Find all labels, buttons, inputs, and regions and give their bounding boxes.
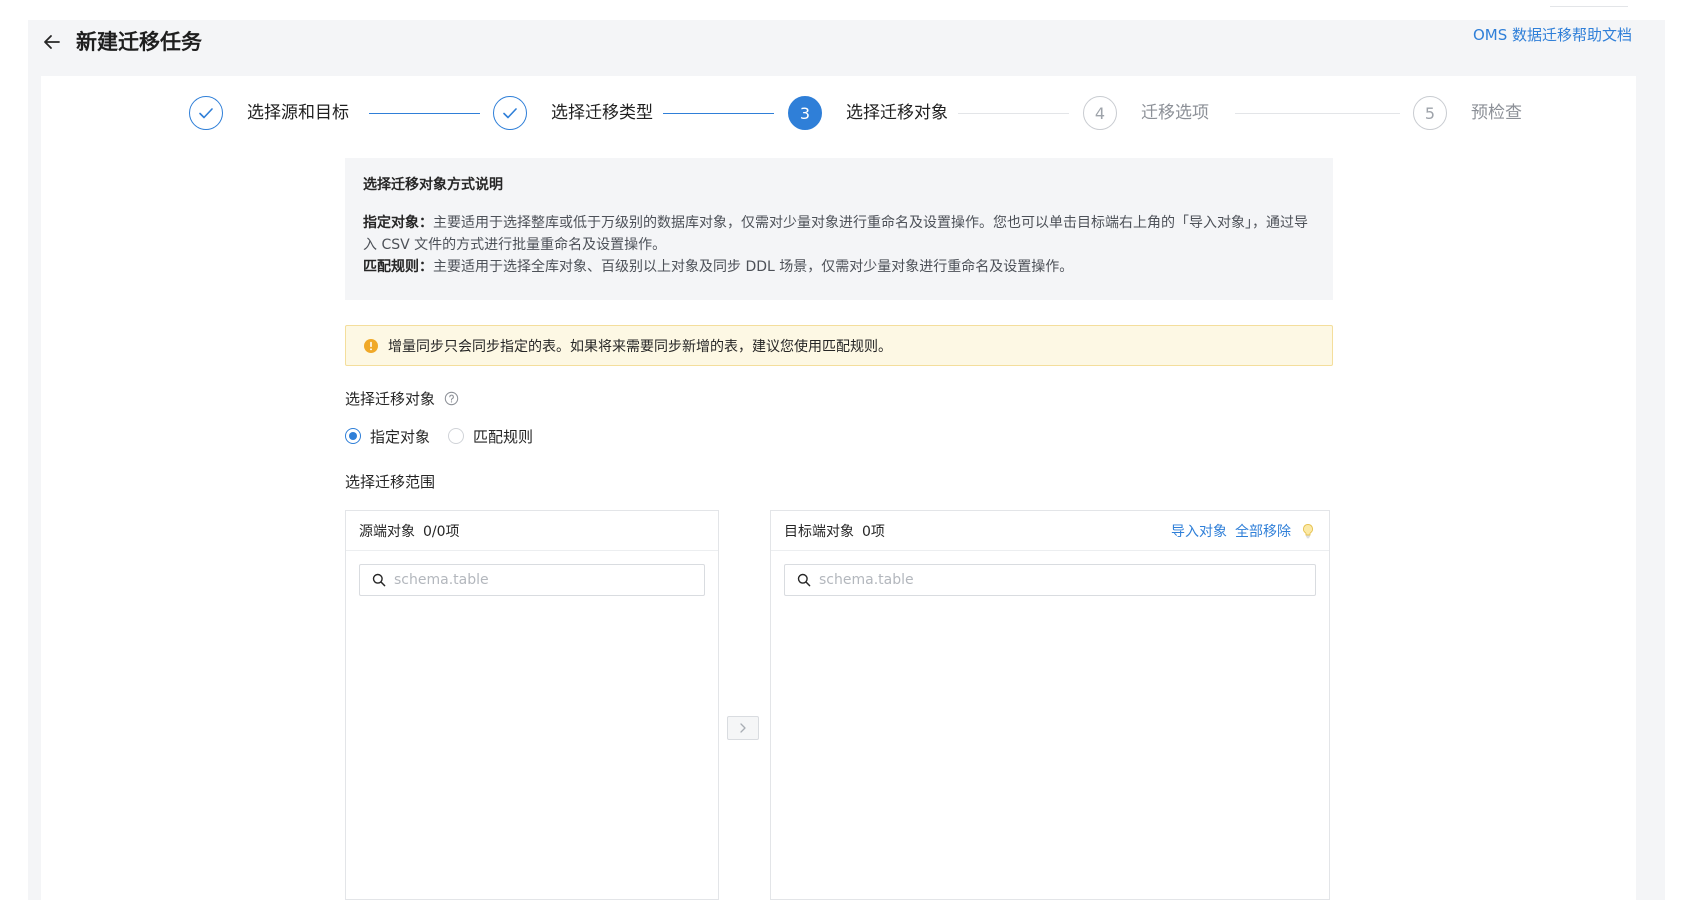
radio-specify-object[interactable]: 指定对象 xyxy=(345,426,430,447)
step-1-label: 选择源和目标 xyxy=(247,103,349,123)
step-5-circle: 5 xyxy=(1413,96,1447,130)
transfer-right-button[interactable] xyxy=(727,716,759,740)
step-4-label: 迁移选项 xyxy=(1141,103,1209,123)
check-icon xyxy=(199,108,213,119)
info-match-line: 匹配规则：主要适用于选择全库对象、百级别以上对象及同步 DDL 场景，仅需对少量… xyxy=(363,256,1315,278)
step-5-label: 预检查 xyxy=(1471,103,1522,123)
radio-dot[interactable] xyxy=(448,428,465,444)
warning-alert: 增量同步只会同步指定的表。如果将来需要同步新增的表，建议您使用匹配规则。 xyxy=(345,325,1333,366)
target-panel-count: 0项 xyxy=(862,523,885,540)
main-card: 选择源和目标 选择迁移类型 3 选择迁移对象 4 迁移选项 5 预检查 选择迁移… xyxy=(41,76,1636,900)
target-panel-actions: 导入对象 全部移除 xyxy=(1163,511,1315,551)
help-doc-link[interactable]: OMS 数据迁移帮助文档 xyxy=(1473,24,1632,45)
target-panel-header: 目标端对象 0项 导入对象 全部移除 xyxy=(771,511,1329,551)
lightbulb-icon[interactable] xyxy=(1301,523,1315,539)
step-1-circle xyxy=(189,96,223,130)
question-circle-icon[interactable] xyxy=(444,391,459,406)
exclamation-circle-icon xyxy=(364,338,378,353)
top-edge-mark xyxy=(1550,6,1628,9)
info-specify-text: 主要适用于选择整库或低于万级别的数据库对象，仅需对少量对象进行重命名及设置操作。… xyxy=(363,215,1308,253)
object-select-label: 选择迁移对象 xyxy=(345,388,459,409)
object-select-label-text: 选择迁移对象 xyxy=(345,390,436,408)
target-panel: 目标端对象 0项 导入对象 全部移除 xyxy=(770,510,1330,900)
top-edge xyxy=(0,0,1682,20)
step-connector-3 xyxy=(958,113,1069,114)
target-search-box[interactable] xyxy=(784,564,1316,596)
radio-dot-checked[interactable] xyxy=(345,428,361,444)
source-search-box[interactable] xyxy=(359,564,705,596)
object-select-radio-group: 指定对象 匹配规则 xyxy=(345,425,551,447)
radio-match-label: 匹配规则 xyxy=(473,427,534,446)
search-icon xyxy=(372,573,386,587)
search-icon xyxy=(797,573,811,587)
step-3-circle: 3 xyxy=(788,96,822,130)
step-2-circle xyxy=(493,96,527,130)
step-connector-1 xyxy=(369,113,480,114)
page-header: 新建迁移任务 OMS 数据迁移帮助文档 xyxy=(40,20,1660,76)
target-panel-title: 目标端对象 xyxy=(784,523,854,540)
source-panel-title: 源端对象 xyxy=(359,523,415,540)
step-4-circle: 4 xyxy=(1083,96,1117,130)
step-2-label: 选择迁移类型 xyxy=(551,103,653,123)
warning-text: 增量同步只会同步指定的表。如果将来需要同步新增的表，建议您使用匹配规则。 xyxy=(388,338,892,355)
source-search-input[interactable] xyxy=(392,571,691,589)
radio-match-rule[interactable]: 匹配规则 xyxy=(448,426,533,447)
step-connector-4 xyxy=(1235,113,1400,114)
source-panel-header: 源端对象 0/0项 xyxy=(346,511,718,551)
step-3-label: 选择迁移对象 xyxy=(846,103,948,123)
info-title: 选择迁移对象方式说明 xyxy=(363,177,503,193)
info-specify-line: 指定对象：主要适用于选择整库或低于万级别的数据库对象，仅需对少量对象进行重命名及… xyxy=(363,212,1315,256)
scope-label: 选择迁移范围 xyxy=(345,473,436,491)
target-search-input[interactable] xyxy=(817,571,1284,589)
chevron-right-icon xyxy=(740,723,746,733)
source-panel-count: 0/0项 xyxy=(423,523,460,540)
step-connector-2 xyxy=(663,113,774,114)
info-panel: 选择迁移对象方式说明 指定对象：主要适用于选择整库或低于万级别的数据库对象，仅需… xyxy=(345,158,1333,300)
info-match-text: 主要适用于选择全库对象、百级别以上对象及同步 DDL 场景，仅需对少量对象进行重… xyxy=(433,259,1074,275)
info-specify-label: 指定对象： xyxy=(363,215,433,231)
remove-all-button[interactable]: 全部移除 xyxy=(1235,521,1291,541)
page-title: 新建迁移任务 xyxy=(76,30,202,54)
check-icon xyxy=(503,108,517,119)
import-objects-button[interactable]: 导入对象 xyxy=(1171,521,1227,541)
source-panel: 源端对象 0/0项 xyxy=(345,510,719,900)
info-match-label: 匹配规则： xyxy=(363,259,433,275)
arrow-left-icon[interactable] xyxy=(40,30,64,54)
step-progress: 选择源和目标 选择迁移类型 3 选择迁移对象 4 迁移选项 5 预检查 xyxy=(41,96,1636,136)
radio-specify-label: 指定对象 xyxy=(370,427,431,446)
